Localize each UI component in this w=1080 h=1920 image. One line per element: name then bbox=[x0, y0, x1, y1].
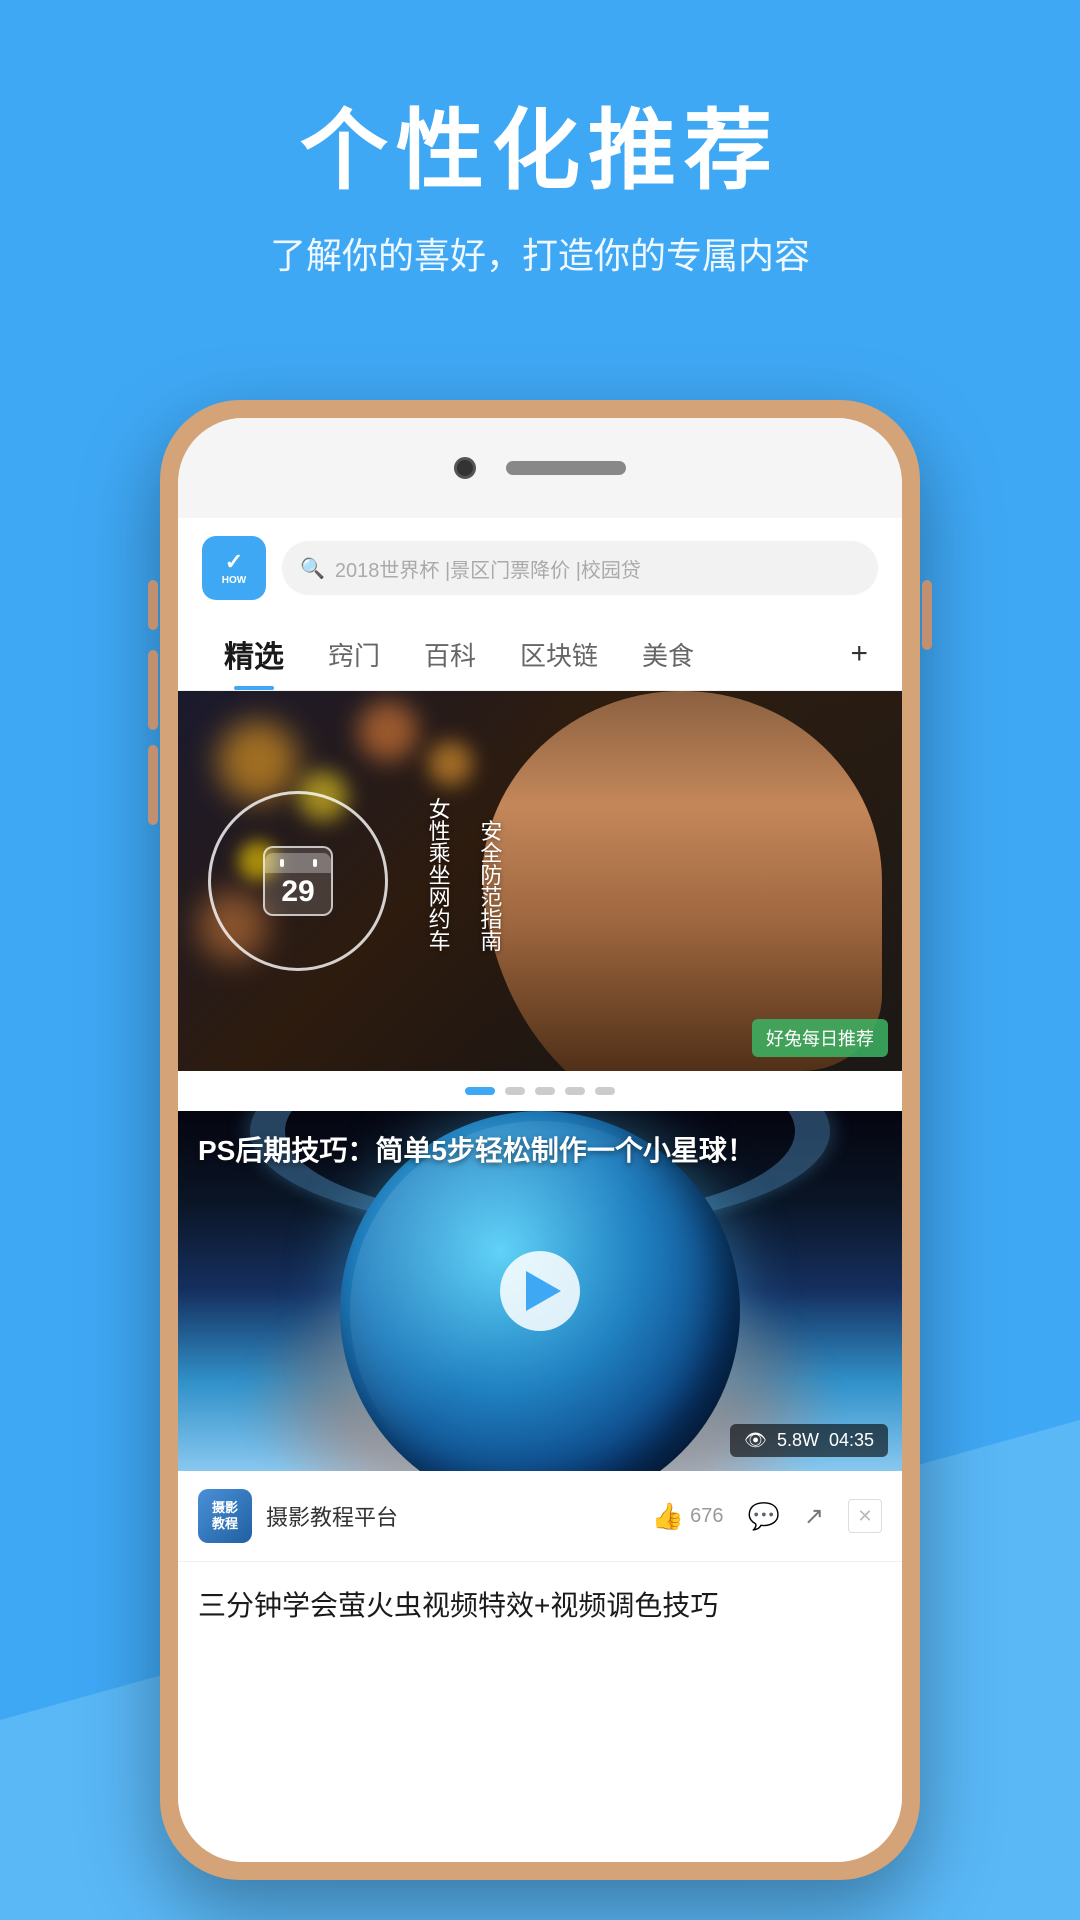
phone-top-bezel bbox=[178, 418, 902, 518]
banner-text: 女性乘坐网约车 安全防范指南 bbox=[418, 798, 509, 965]
author-avatar[interactable]: 摄影 教程 bbox=[198, 1489, 252, 1543]
banner-text-line1: 女性乘坐网约车 bbox=[418, 798, 458, 952]
calendar-date: 29 bbox=[281, 875, 314, 909]
banner-left-content: 29 bbox=[178, 771, 418, 991]
phone-screen: ✓ HOW 🔍 2018世界杯 |景区门票降价 |校园贷 精选 bbox=[178, 418, 902, 1862]
calendar-icon: 29 bbox=[263, 846, 333, 916]
tab-blockchain[interactable]: 区块链 bbox=[498, 622, 620, 687]
next-article-preview[interactable]: 三分钟学会萤火虫视频特效+视频调色技巧 bbox=[178, 1562, 902, 1646]
speaker bbox=[506, 461, 626, 475]
phone-mockup: ✓ HOW 🔍 2018世界杯 |景区门票降价 |校园贷 精选 bbox=[160, 400, 920, 1880]
banner-text-line2: 安全防范指南 bbox=[470, 820, 510, 952]
header-section: 个性化推荐 了解你的喜好，打造你的专属内容 bbox=[0, 80, 1080, 279]
comment-icon: 💬 bbox=[748, 1501, 780, 1532]
like-icon: 👍 bbox=[652, 1501, 684, 1532]
cal-hook-left bbox=[280, 859, 284, 867]
dot-5[interactable] bbox=[595, 1087, 615, 1095]
volume-down-button bbox=[148, 650, 158, 730]
tab-qiaomen[interactable]: 窍门 bbox=[306, 622, 402, 687]
app-logo[interactable]: ✓ HOW bbox=[202, 536, 266, 600]
share-action[interactable]: ↗ bbox=[804, 1502, 824, 1531]
navigation-tabs: 精选 窍门 百科 区块链 美食 + bbox=[178, 618, 902, 691]
search-bar[interactable]: 🔍 2018世界杯 |景区门票降价 |校园贷 bbox=[282, 541, 878, 595]
author-name[interactable]: 摄影教程平台 bbox=[266, 1500, 638, 1532]
like-count: 676 bbox=[690, 1505, 723, 1528]
video-duration: 04:35 bbox=[829, 1430, 874, 1451]
dot-2[interactable] bbox=[505, 1087, 525, 1095]
avatar-text: 摄影 教程 bbox=[212, 1500, 238, 1531]
cal-hook-right bbox=[313, 859, 317, 867]
view-count: 5.8W bbox=[777, 1430, 819, 1451]
video-card: PS后期技巧：简单5步轻松制作一个小星球！ 👁 5.8W 04:35 bbox=[178, 1111, 902, 1562]
logo-v-icon: ✓ bbox=[222, 549, 246, 575]
tab-jingxuan[interactable]: 精选 bbox=[202, 618, 306, 690]
app-header: ✓ HOW 🔍 2018世界杯 |景区门票降价 |校园贷 bbox=[178, 518, 902, 618]
page-title: 个性化推荐 bbox=[0, 80, 1080, 207]
like-action[interactable]: 👍 676 bbox=[652, 1501, 724, 1532]
app-screen: ✓ HOW 🔍 2018世界杯 |景区门票降价 |校园贷 精选 bbox=[178, 518, 902, 1862]
banner-background: 29 女性乘坐网约车 安全防范指南 好兔每日推荐 bbox=[178, 691, 902, 1071]
dot-3[interactable] bbox=[535, 1087, 555, 1095]
eye-icon: 👁 bbox=[744, 1430, 767, 1451]
dot-1[interactable] bbox=[465, 1087, 495, 1095]
share-icon: ↗ bbox=[804, 1502, 824, 1531]
front-camera bbox=[454, 457, 476, 479]
close-action[interactable]: ✕ bbox=[848, 1499, 882, 1533]
video-title: PS后期技巧：简单5步轻松制作一个小星球！ bbox=[198, 1131, 882, 1170]
phone-outer: ✓ HOW 🔍 2018世界杯 |景区门票降价 |校园贷 精选 bbox=[160, 400, 920, 1880]
close-icon: ✕ bbox=[848, 1499, 882, 1533]
banner-carousel[interactable]: 29 女性乘坐网约车 安全防范指南 好兔每日推荐 bbox=[178, 691, 902, 1071]
tab-baike[interactable]: 百科 bbox=[402, 622, 498, 687]
calendar-top bbox=[265, 853, 331, 873]
comment-action[interactable]: 💬 bbox=[748, 1501, 780, 1532]
silent-button bbox=[148, 745, 158, 825]
search-input: 2018世界杯 |景区门票降价 |校园贷 bbox=[335, 554, 641, 583]
card-footer: 摄影 教程 摄影教程平台 👍 676 💬 bbox=[178, 1471, 902, 1562]
calendar-circle: 29 bbox=[208, 791, 388, 971]
tab-food[interactable]: 美食 bbox=[620, 622, 716, 687]
video-thumbnail[interactable]: PS后期技巧：简单5步轻松制作一个小星球！ 👁 5.8W 04:35 bbox=[178, 1111, 902, 1471]
play-button[interactable] bbox=[500, 1251, 580, 1331]
banner-content: 29 女性乘坐网约车 安全防范指南 bbox=[178, 691, 902, 1071]
dot-4[interactable] bbox=[565, 1087, 585, 1095]
carousel-dots bbox=[178, 1071, 902, 1111]
logo-content: ✓ HOW bbox=[222, 549, 246, 587]
logo-how-text: HOW bbox=[222, 575, 246, 587]
next-article-title: 三分钟学会萤火虫视频特效+视频调色技巧 bbox=[198, 1584, 882, 1624]
power-button bbox=[922, 580, 932, 650]
video-stats: 👁 5.8W 04:35 bbox=[730, 1424, 888, 1457]
page-subtitle: 了解你的喜好，打造你的专属内容 bbox=[0, 227, 1080, 279]
add-tab-button[interactable]: + bbox=[840, 623, 878, 685]
card-actions: 👍 676 💬 ↗ ✕ bbox=[652, 1499, 882, 1533]
volume-up-button bbox=[148, 580, 158, 630]
search-icon: 🔍 bbox=[300, 556, 325, 581]
banner-recommendation-tag: 好兔每日推荐 bbox=[752, 1019, 888, 1057]
play-triangle-icon bbox=[526, 1271, 561, 1311]
